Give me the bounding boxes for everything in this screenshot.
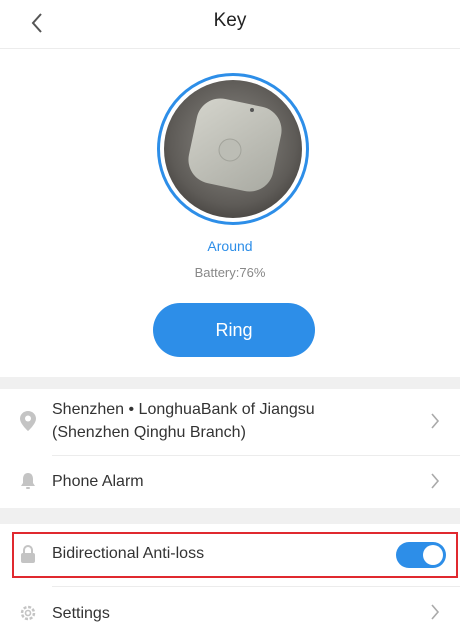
device-status: Around xyxy=(207,238,253,254)
anti-loss-row: Bidirectional Anti-loss xyxy=(0,524,460,586)
device-photo xyxy=(164,80,302,218)
anti-loss-toggle[interactable] xyxy=(396,542,446,568)
section-separator xyxy=(0,508,460,524)
toggle-knob xyxy=(423,545,443,565)
top-bar: Key xyxy=(0,0,460,49)
chevron-right-icon xyxy=(428,602,442,622)
chevron-right-icon xyxy=(428,411,442,431)
ring-button[interactable]: Ring xyxy=(153,303,315,357)
location-pin-icon xyxy=(18,411,38,431)
anti-loss-label: Bidirectional Anti-loss xyxy=(52,545,205,562)
settings-row[interactable]: Settings xyxy=(0,587,460,622)
phone-alarm-label: Phone Alarm xyxy=(52,473,144,490)
lock-icon xyxy=(18,544,38,564)
battery-level: Battery:76% xyxy=(194,265,266,280)
location-line-2: (Shenzhen Qinghu Branch) xyxy=(52,424,246,441)
bell-icon xyxy=(18,471,38,491)
location-row[interactable]: Shenzhen • LonghuaBank of Jiangsu (Shenz… xyxy=(0,389,460,455)
location-line-1: Shenzhen • LonghuaBank of Jiangsu xyxy=(52,401,315,418)
page-title: Key xyxy=(213,10,247,31)
phone-alarm-row[interactable]: Phone Alarm xyxy=(0,456,460,508)
chevron-right-icon xyxy=(428,471,442,491)
gear-icon xyxy=(18,603,38,623)
device-image-ring xyxy=(157,73,309,225)
section-separator xyxy=(0,377,460,389)
